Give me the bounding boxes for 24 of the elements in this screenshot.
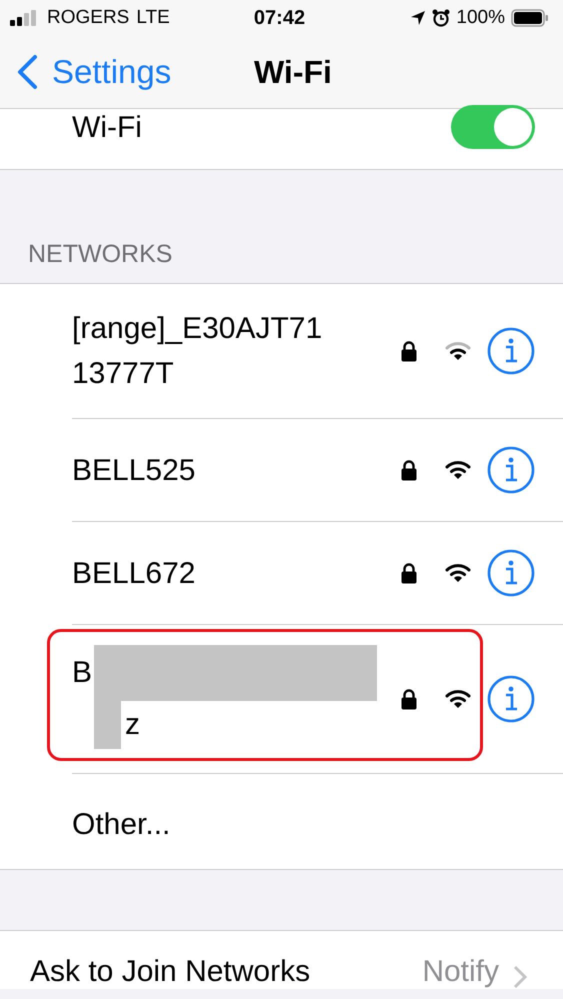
- info-button[interactable]: [487, 675, 535, 723]
- wifi-toggle[interactable]: [451, 105, 535, 149]
- chevron-left-icon: [16, 54, 38, 90]
- ask-to-join-label: Ask to Join Networks: [30, 955, 310, 989]
- battery-percent: 100%: [456, 7, 505, 29]
- network-name: z: [125, 707, 140, 743]
- clock-time: 07:42: [254, 6, 306, 30]
- network-type: LTE: [136, 7, 170, 29]
- network-name: BELL672: [72, 556, 196, 592]
- wifi-label: Wi-Fi: [72, 111, 142, 145]
- network-name: [range]_E30AJT7113777T: [72, 311, 324, 392]
- alarm-clock-icon: [432, 9, 450, 27]
- info-button[interactable]: [487, 327, 535, 375]
- other-network-item[interactable]: Other...: [72, 802, 330, 847]
- location-arrow-icon: [410, 10, 426, 26]
- carrier-name: ROGERS: [47, 7, 130, 29]
- page-title: Wi-Fi: [254, 54, 332, 90]
- network-name: B: [72, 655, 92, 691]
- network-name: BELL525: [72, 452, 196, 488]
- ask-to-join-value: Notify: [422, 955, 499, 989]
- battery-icon: [511, 9, 549, 27]
- back-button[interactable]: Settings: [0, 53, 222, 91]
- info-button[interactable]: [487, 446, 535, 494]
- info-button[interactable]: [487, 549, 535, 597]
